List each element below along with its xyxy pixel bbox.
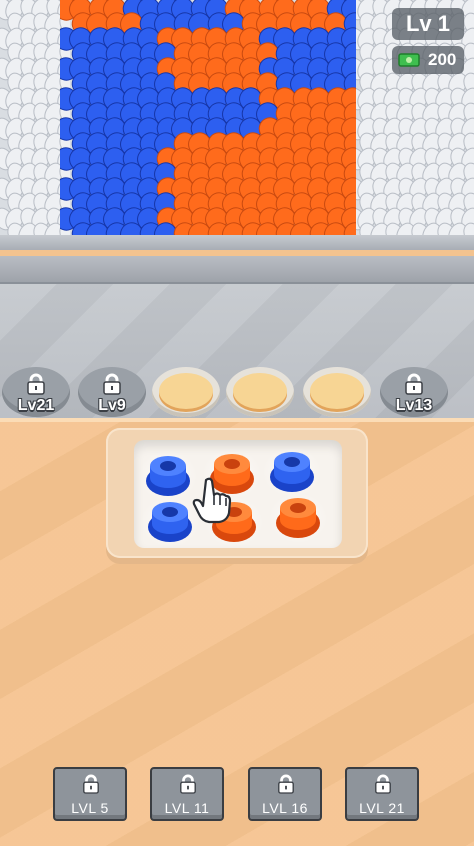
- locked-level-button[interactable]: LVL 21: [345, 767, 419, 821]
- spool-hole: [224, 459, 240, 469]
- empty-slot: [303, 367, 371, 417]
- locked-level-button[interactable]: LVL 5: [53, 767, 127, 821]
- level-button-label: LVL 11: [164, 800, 210, 816]
- blue-spool[interactable]: [138, 450, 198, 502]
- spool-hole: [160, 461, 176, 471]
- spool-hole: [162, 507, 178, 517]
- slot-unlock-level: Lv9: [98, 397, 126, 414]
- knit-pattern: [60, 0, 356, 240]
- locked-level-button[interactable]: LVL 16: [248, 767, 322, 821]
- level-button-label: LVL 5: [71, 800, 109, 816]
- level-indicator: Lv 1: [392, 8, 464, 40]
- lock-icon: [83, 774, 99, 794]
- orange-spool[interactable]: [268, 492, 328, 544]
- locked-slot[interactable]: Lv13: [380, 367, 448, 417]
- locked-slot[interactable]: Lv9: [78, 367, 146, 417]
- slot-disc: [233, 373, 287, 409]
- lock-icon: [375, 774, 391, 794]
- conveyor-rail: [0, 256, 474, 285]
- level-button-label: LVL 16: [262, 800, 308, 816]
- level-label: Lv 1: [405, 11, 451, 36]
- spool-hole: [284, 457, 300, 467]
- level-button-label: LVL 21: [359, 800, 405, 816]
- tutorial-hand-icon: [192, 477, 232, 524]
- lock-icon: [27, 373, 45, 395]
- empty-slot: [152, 367, 220, 417]
- slot-disc: [310, 373, 364, 409]
- blue-spool[interactable]: [140, 496, 200, 548]
- lock-icon: [180, 774, 196, 794]
- spool-hole: [290, 503, 306, 513]
- lock-icon: [103, 373, 121, 395]
- lock-icon: [405, 373, 423, 395]
- blue-spool[interactable]: [262, 446, 322, 498]
- empty-slot: [226, 367, 294, 417]
- money-counter: 200: [392, 46, 464, 74]
- knit-board-edge: [0, 235, 474, 250]
- cash-icon: [398, 53, 420, 67]
- slot-unlock-level: Lv13: [395, 397, 433, 414]
- slot-disc: [159, 373, 213, 409]
- locked-slot[interactable]: Lv21: [2, 367, 70, 417]
- locked-level-button[interactable]: LVL 11: [150, 767, 224, 821]
- slot-unlock-level: Lv21: [17, 397, 55, 414]
- lock-icon: [278, 774, 294, 794]
- money-value: 200: [428, 50, 457, 69]
